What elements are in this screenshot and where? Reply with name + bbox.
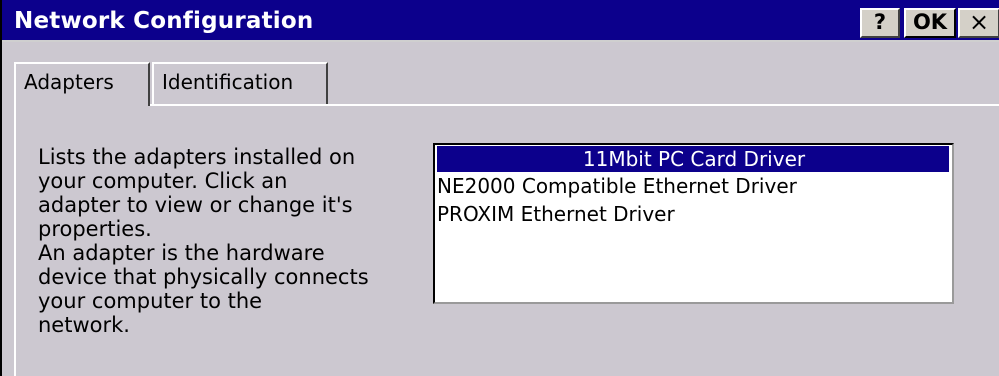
list-item-proxim-ethernet-driver[interactable]: PROXIM Ethernet Driver (435, 200, 952, 228)
adapters-description: Lists the adapters installed on your com… (38, 145, 418, 337)
close-button[interactable]: × (958, 8, 999, 38)
list-item-11mbit-pc-card-driver[interactable]: 11Mbit PC Card Driver (436, 145, 950, 173)
description-paragraph: An adapter is the hardware device that p… (38, 241, 369, 337)
close-icon: × (968, 8, 990, 36)
help-button[interactable]: ? (860, 8, 900, 38)
ok-button[interactable]: OK (904, 8, 956, 38)
adapter-list[interactable]: 11Mbit PC Card Driver NE2000 Compatible … (433, 143, 954, 304)
description-paragraph: Lists the adapters installed on your com… (38, 145, 356, 241)
window-title: Network Configuration (14, 8, 314, 34)
title-bar: Network Configuration ? OK × (2, 0, 999, 42)
tab-adapters[interactable]: Adapters (14, 62, 150, 106)
list-item-ne2000-compatible-ethernet-driver[interactable]: NE2000 Compatible Ethernet Driver (435, 172, 952, 200)
tab-identification[interactable]: Identification (152, 62, 328, 104)
network-configuration-dialog: Network Configuration ? OK × Adapters Id… (0, 0, 999, 376)
